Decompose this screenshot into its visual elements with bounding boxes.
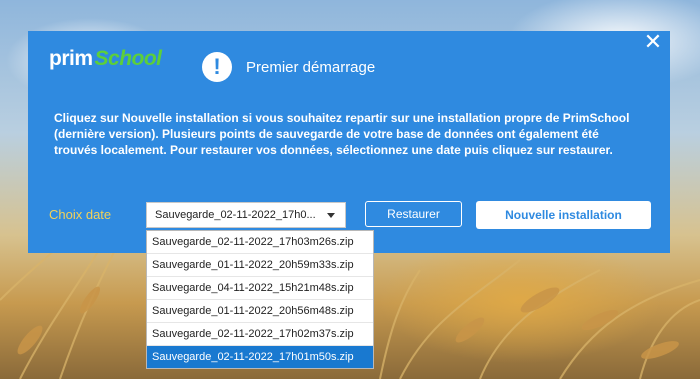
dropdown-option-selected[interactable]: Sauvegarde_02-11-2022_17h01m50s.zip: [147, 346, 373, 368]
dropdown-option[interactable]: Sauvegarde_02-11-2022_17h03m26s.zip: [147, 231, 373, 254]
dropdown-option[interactable]: Sauvegarde_02-11-2022_17h02m37s.zip: [147, 323, 373, 346]
info-icon: !: [202, 52, 232, 82]
primschool-logo: primSchool: [49, 47, 162, 70]
dropdown-option[interactable]: Sauvegarde_01-11-2022_20h59m33s.zip: [147, 254, 373, 277]
backup-date-dropdown: Sauvegarde_02-11-2022_17h03m26s.zip Sauv…: [146, 230, 374, 369]
restore-button[interactable]: Restaurer: [365, 201, 462, 227]
backup-date-select[interactable]: Sauvegarde_02-11-2022_17h0...: [146, 202, 346, 228]
chevron-down-icon: [327, 213, 335, 218]
dialog-title: Premier démarrage: [246, 59, 376, 76]
dialog-message: Cliquez sur Nouvelle installation si vou…: [54, 111, 630, 157]
dropdown-option[interactable]: Sauvegarde_04-11-2022_15h21m48s.zip: [147, 277, 373, 300]
close-icon[interactable]: ✕: [642, 31, 664, 53]
first-start-dialog: primSchool ✕ ! Premier démarrage Cliquez…: [28, 31, 670, 253]
choix-date-label: Choix date: [49, 207, 112, 222]
dropdown-option[interactable]: Sauvegarde_01-11-2022_20h56m48s.zip: [147, 300, 373, 323]
new-installation-button[interactable]: Nouvelle installation: [476, 201, 651, 229]
select-value: Sauvegarde_02-11-2022_17h0...: [155, 209, 316, 221]
